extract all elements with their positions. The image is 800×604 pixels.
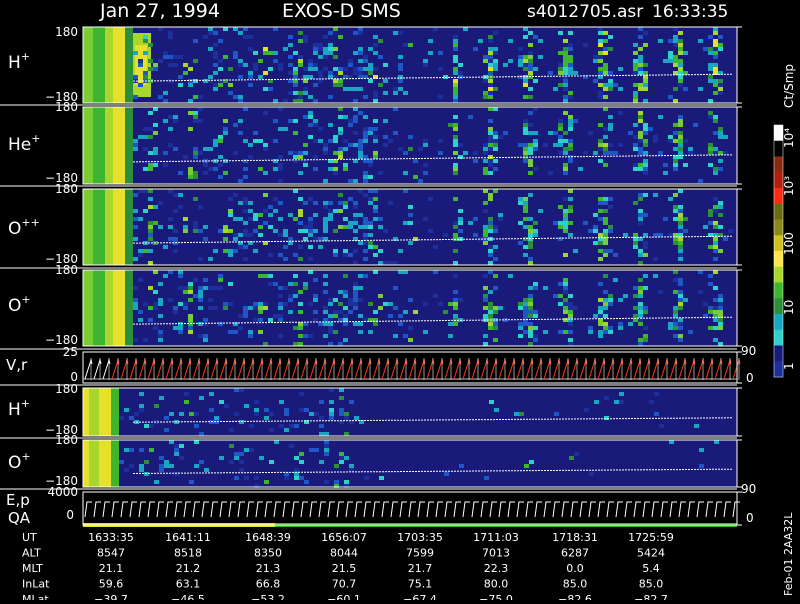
orbit-table: UT 1633:35 1641:11 1648:39 1656:07 1703:35 171… (22, 531, 674, 604)
right-tick: 0 (746, 511, 754, 525)
footer-cell: 1725:59 (628, 531, 674, 544)
colorbar-segment (774, 203, 783, 220)
colorbar-segment (774, 314, 783, 331)
footer-cell: 85.0 (563, 578, 588, 591)
colorbar-segment (774, 282, 783, 299)
y-tick-top: 180 (55, 25, 78, 39)
footer-cell: 0.0 (566, 562, 584, 575)
footer-cell: 8547 (97, 547, 125, 560)
footer-cell: 75.1 (408, 578, 433, 591)
footer-cell: 22.3 (484, 562, 509, 575)
footer-cell: 1711:03 (473, 531, 519, 544)
right-tick: 0 (746, 371, 754, 385)
footer-cell: 6287 (561, 547, 589, 560)
colorbar-tick: 100 (782, 232, 796, 255)
panel-2 (82, 188, 742, 266)
footer-cell: −53.2 (251, 593, 285, 600)
footer-cell: −39.7 (94, 593, 128, 600)
footer-cell: 59.6 (99, 578, 124, 591)
plot-filename: s4012705.asr (527, 2, 643, 22)
footer-cell: 1641:11 (165, 531, 211, 544)
footer-cell: −75.0 (479, 593, 513, 600)
colorbar-tick: 10⁴ (782, 128, 796, 148)
panel-label-ep: E,p (6, 491, 30, 509)
footer-stamp: Feb-01 2AA32L (782, 512, 795, 596)
colorbar-tick: 10³ (782, 176, 796, 196)
footer-row-label: MLat (22, 593, 49, 600)
footer-cell: 1703:35 (397, 531, 443, 544)
colorbar-segment (774, 156, 783, 173)
colorbar-segment (774, 329, 783, 346)
right-tick: 90 (741, 482, 756, 496)
y-tick-top: 180 (55, 382, 78, 396)
footer-cell: 66.8 (256, 578, 281, 591)
y-tick-top: 180 (55, 182, 78, 196)
footer-row-label: UT (22, 531, 37, 544)
footer-cell: 8518 (174, 547, 202, 560)
colorbar-tick: 1 (782, 362, 796, 370)
panel-label-vr: V,r (6, 356, 28, 374)
plot-date: Jan 27, 1994 (99, 0, 220, 22)
footer-cell: 1633:35 (88, 531, 134, 544)
y-tick-bottom: 0 (66, 508, 74, 522)
y-tick-top: 180 (55, 100, 78, 114)
footer-cell: −82.7 (634, 593, 668, 600)
footer-cell: 5424 (637, 547, 665, 560)
footer-cell: 21.1 (99, 562, 124, 575)
panel-3 (82, 269, 742, 347)
y-tick-top: 180 (55, 433, 78, 447)
panel-7 (82, 491, 742, 527)
spectrogram-figure: Jan 27, 1994 EXOS-D SMS s4012705.asr 16:… (0, 0, 800, 604)
panel-0 (82, 26, 742, 104)
footer-cell: 85.0 (639, 578, 664, 591)
footer-cell: 8350 (254, 547, 282, 560)
footer-cell: 63.1 (176, 578, 201, 591)
footer-cell: 1656:07 (321, 531, 367, 544)
right-tick: 90 (741, 344, 756, 358)
footer-cell: 7013 (482, 547, 510, 560)
y-tick-top: 180 (55, 263, 78, 277)
panel-label-qa: QA (8, 509, 31, 527)
footer-cell: 80.0 (484, 578, 509, 591)
footer-cell: −67.4 (403, 593, 437, 600)
colorbar-unit: Ct/Smp (782, 64, 796, 108)
colorbar-segment (774, 345, 783, 362)
footer-cell: 7599 (406, 547, 434, 560)
footer-cell: −60.1 (327, 593, 361, 600)
colorbar-tick: 10 (782, 300, 796, 315)
footer-cell: 21.3 (256, 562, 281, 575)
plot-time: 16:33:35 (652, 2, 728, 22)
footer-cell: −46.5 (171, 593, 205, 600)
panel-4 (82, 351, 742, 384)
y-tick-top: 4000 (47, 485, 78, 499)
colorbar-segment (774, 266, 783, 283)
footer-cell: 70.7 (332, 578, 357, 591)
footer-cell: 1718:31 (552, 531, 598, 544)
footer-row-label: InLat (22, 578, 50, 591)
footer-cell: 21.2 (176, 562, 201, 575)
panel-label-h-plus-sup: + (21, 50, 30, 63)
panel-stack (0, 26, 742, 527)
footer-cell: 21.7 (408, 562, 433, 575)
footer-row-label: MLT (22, 562, 43, 575)
footer-cell: 1648:39 (245, 531, 291, 544)
footer-cell: −82.6 (558, 593, 592, 600)
panel-6 (82, 439, 742, 488)
footer-cell: 8044 (330, 547, 358, 560)
footer-row-label: ALT (22, 547, 41, 560)
panel-1 (82, 106, 742, 185)
footer-cell: 21.5 (332, 562, 357, 575)
footer-cell: 5.4 (642, 562, 660, 575)
panel-5 (82, 387, 742, 437)
plot-instrument: EXOS-D SMS (282, 0, 401, 22)
y-tick-top: 25 (63, 345, 78, 359)
